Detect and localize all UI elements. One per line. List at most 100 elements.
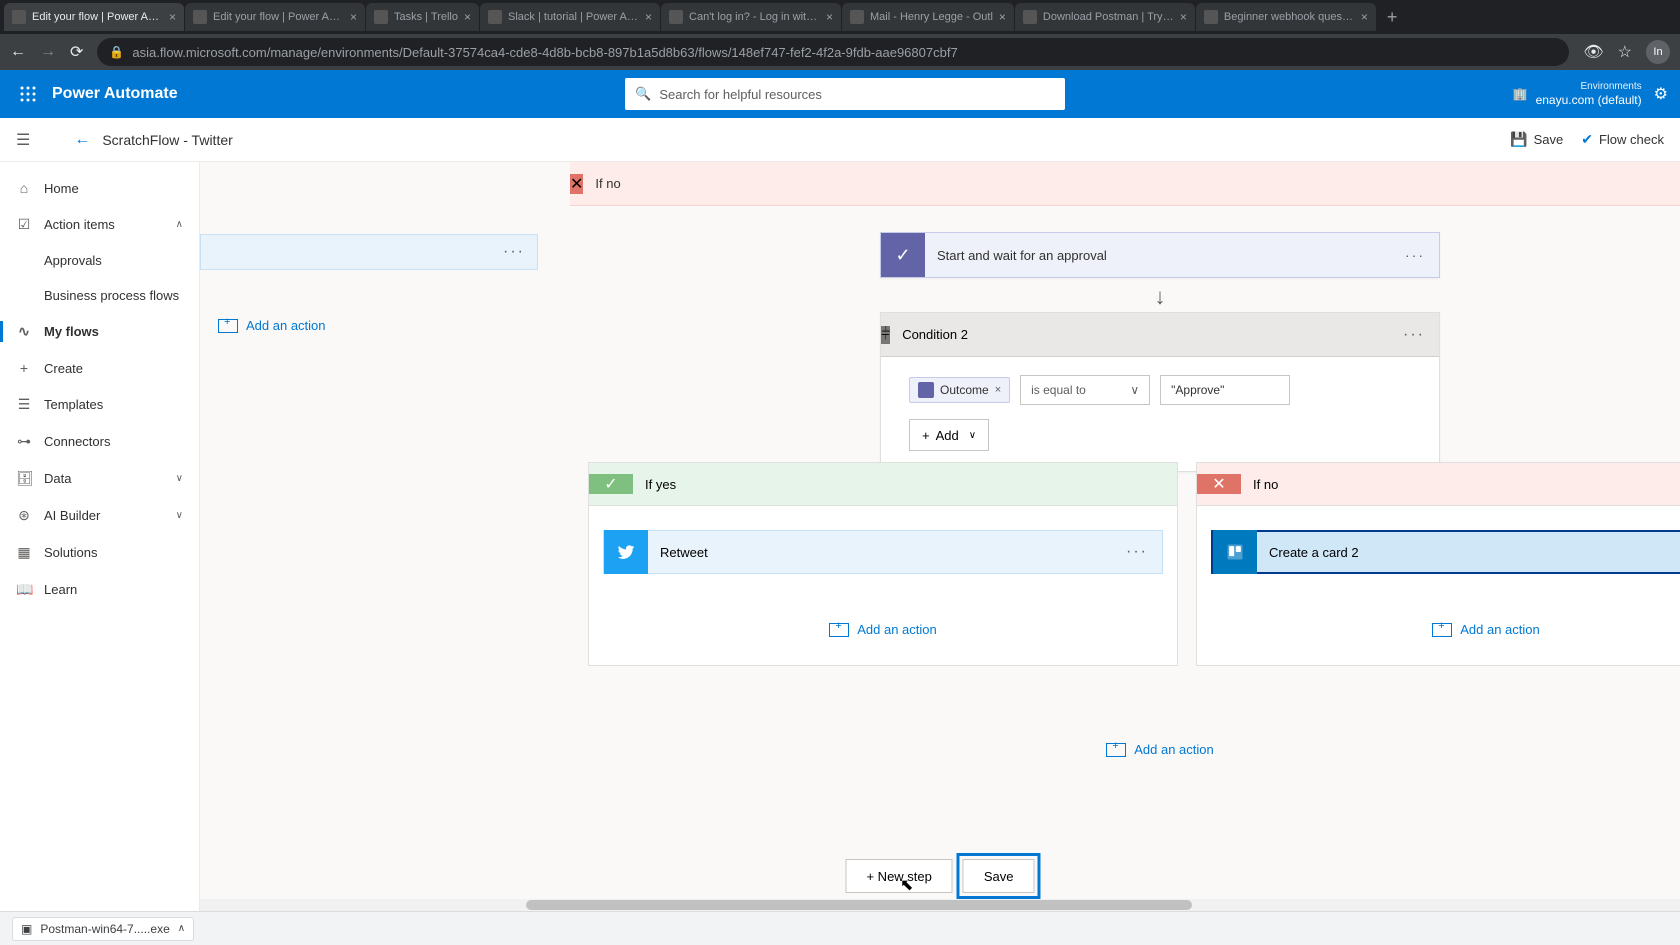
browser-tab[interactable]: Mail - Henry Legge - Outl× xyxy=(842,3,1014,31)
app-title: Power Automate xyxy=(52,85,178,103)
scrollbar-thumb[interactable] xyxy=(526,900,1192,910)
chevron-down-icon: ∨ xyxy=(176,473,183,484)
reload-button[interactable]: ⟳ xyxy=(70,42,83,62)
address-bar[interactable]: 🔒 asia.flow.microsoft.com/manage/environ… xyxy=(97,38,1569,66)
browser-tab[interactable]: Download Postman | Try Po× xyxy=(1015,3,1195,31)
save-button[interactable]: 💾Save xyxy=(1510,131,1563,148)
if-no-branch-header-top[interactable]: ✕ If no xyxy=(570,162,1680,206)
chevron-down-icon: ∨ xyxy=(176,510,183,521)
sidebar-item-connectors[interactable]: ⊶Connectors xyxy=(0,423,199,460)
sidebar-item-templates[interactable]: ☰Templates xyxy=(0,386,199,423)
new-tab-button[interactable]: + xyxy=(1377,7,1408,28)
close-icon[interactable]: × xyxy=(1180,10,1187,24)
sidebar-item-my-flows[interactable]: ∿My flows xyxy=(0,313,199,350)
sidebar-item-ai-builder[interactable]: ⊛AI Builder∨ xyxy=(0,497,199,534)
dynamic-content-token[interactable]: Outcome × xyxy=(909,377,1010,403)
x-icon: ✕ xyxy=(1197,474,1241,494)
forward-button[interactable]: → xyxy=(40,43,56,61)
eye-icon[interactable]: 👁 xyxy=(1583,42,1603,62)
close-icon[interactable]: × xyxy=(350,10,357,24)
app-header: Power Automate 🔍 Search for helpful reso… xyxy=(0,70,1680,118)
search-input[interactable]: 🔍 Search for helpful resources xyxy=(625,78,1065,110)
flow-checker-button[interactable]: ✔Flow check xyxy=(1581,131,1664,148)
more-icon[interactable]: ··· xyxy=(503,243,525,261)
approval-icon: ✓ xyxy=(881,233,925,277)
close-icon[interactable]: × xyxy=(464,10,471,24)
browser-tab[interactable]: Slack | tutorial | Power Auto× xyxy=(480,3,660,31)
sidebar-item-data[interactable]: 🗄Data∨ xyxy=(0,460,199,497)
if-no-branch: ✕ If no Create a card 2 Add an action xyxy=(1196,462,1680,666)
download-shelf: ▣ Postman-win64-7.....exe ∧ xyxy=(0,911,1680,945)
browser-tab[interactable]: Edit your flow | Power Auto× xyxy=(4,3,184,31)
sidebar-item-bpf[interactable]: Business process flows xyxy=(0,278,199,313)
sidebar-item-create[interactable]: +Create xyxy=(0,350,199,386)
lock-icon: 🔒 xyxy=(109,45,124,59)
add-action-icon xyxy=(1106,743,1126,757)
save-flow-button[interactable]: Save xyxy=(963,859,1035,893)
if-yes-header[interactable]: ✓ If yes xyxy=(588,462,1178,506)
file-icon: ▣ xyxy=(21,922,32,936)
back-button[interactable]: ← xyxy=(10,43,26,61)
learn-icon: 📖 xyxy=(16,581,32,598)
if-no-header[interactable]: ✕ If no xyxy=(1196,462,1680,506)
flow-title: ScratchFlow - Twitter xyxy=(102,132,232,148)
hamburger-icon[interactable]: ☰ xyxy=(16,130,30,150)
data-icon: 🗄 xyxy=(16,470,32,487)
add-action-link[interactable]: Add an action xyxy=(880,742,1440,757)
environment-picker[interactable]: 🏢 Environments enayu.com (default) xyxy=(1513,81,1642,107)
browser-tab[interactable]: Can't log in? - Log in with A× xyxy=(661,3,841,31)
more-icon[interactable]: ··· xyxy=(1112,543,1162,561)
connector-icon: ⊶ xyxy=(16,433,32,450)
if-yes-branch: ✓ If yes Retweet ··· Ad xyxy=(588,462,1178,666)
close-icon[interactable]: × xyxy=(1361,10,1368,24)
token-icon xyxy=(918,382,934,398)
browser-tab[interactable]: Edit your flow | Power Auto× xyxy=(185,3,365,31)
add-action-icon xyxy=(1432,623,1452,637)
horizontal-scrollbar[interactable] xyxy=(200,899,1680,911)
retweet-action-card[interactable]: Retweet ··· xyxy=(603,530,1163,574)
app-launcher-icon[interactable] xyxy=(12,78,44,110)
settings-icon[interactable]: ⚙ xyxy=(1654,84,1668,104)
flow-canvas[interactable]: ··· Add an action ✕ If no ✓ Start and wa… xyxy=(200,162,1680,911)
sidebar-item-learn[interactable]: 📖Learn xyxy=(0,571,199,608)
chevron-up-icon[interactable]: ∧ xyxy=(178,923,185,934)
operator-dropdown[interactable]: is equal to ∨ xyxy=(1020,375,1150,405)
star-icon[interactable]: ☆ xyxy=(1618,42,1632,62)
close-icon[interactable]: × xyxy=(826,10,833,24)
back-arrow-icon[interactable]: ← xyxy=(74,131,90,149)
value-input[interactable]: "Approve" xyxy=(1160,375,1290,405)
sidebar-item-home[interactable]: ⌂Home xyxy=(0,170,199,206)
more-icon[interactable]: ··· xyxy=(1389,326,1439,344)
browser-tab[interactable]: Beginner webhook question× xyxy=(1196,3,1376,31)
ai-icon: ⊛ xyxy=(16,507,32,524)
remove-token-icon[interactable]: × xyxy=(995,384,1001,396)
close-icon[interactable]: × xyxy=(169,10,176,24)
create-card-action[interactable]: Create a card 2 xyxy=(1211,530,1680,574)
add-action-link[interactable]: Add an action xyxy=(1211,622,1680,637)
checker-icon: ✔ xyxy=(1581,131,1593,148)
browser-tab-strip: Edit your flow | Power Auto× Edit your f… xyxy=(0,0,1680,34)
url-text: asia.flow.microsoft.com/manage/environme… xyxy=(132,45,957,60)
arrow-down-icon: ↓ xyxy=(880,278,1440,312)
sidebar-item-solutions[interactable]: ▦Solutions xyxy=(0,534,199,571)
download-item[interactable]: ▣ Postman-win64-7.....exe ∧ xyxy=(12,917,194,941)
browser-tab[interactable]: Tasks | Trello× xyxy=(366,3,479,31)
close-icon[interactable]: × xyxy=(645,10,652,24)
environment-icon: 🏢 xyxy=(1513,87,1528,101)
close-icon[interactable]: × xyxy=(999,10,1006,24)
truncated-action-card[interactable]: ··· xyxy=(200,234,538,270)
new-step-button[interactable]: + New step xyxy=(845,859,952,893)
condition-card[interactable]: ⫩ Condition 2 ··· Outcome × is xyxy=(880,312,1440,472)
action-icon: ☑ xyxy=(16,216,32,233)
approval-action-card[interactable]: ✓ Start and wait for an approval ··· xyxy=(880,232,1440,278)
add-action-link[interactable]: Add an action xyxy=(603,622,1163,637)
sidebar-item-action-items[interactable]: ☑Action items∧ xyxy=(0,206,199,243)
plus-icon: + xyxy=(16,360,32,376)
more-icon[interactable]: ··· xyxy=(1391,247,1439,263)
template-icon: ☰ xyxy=(16,396,32,413)
browser-nav-bar: ← → ⟳ 🔒 asia.flow.microsoft.com/manage/e… xyxy=(0,34,1680,70)
sidebar-item-approvals[interactable]: Approvals xyxy=(0,243,199,278)
profile-avatar[interactable]: In xyxy=(1646,40,1670,64)
add-action-link[interactable]: Add an action xyxy=(218,318,550,333)
add-condition-button[interactable]: + Add ∨ xyxy=(909,419,989,451)
